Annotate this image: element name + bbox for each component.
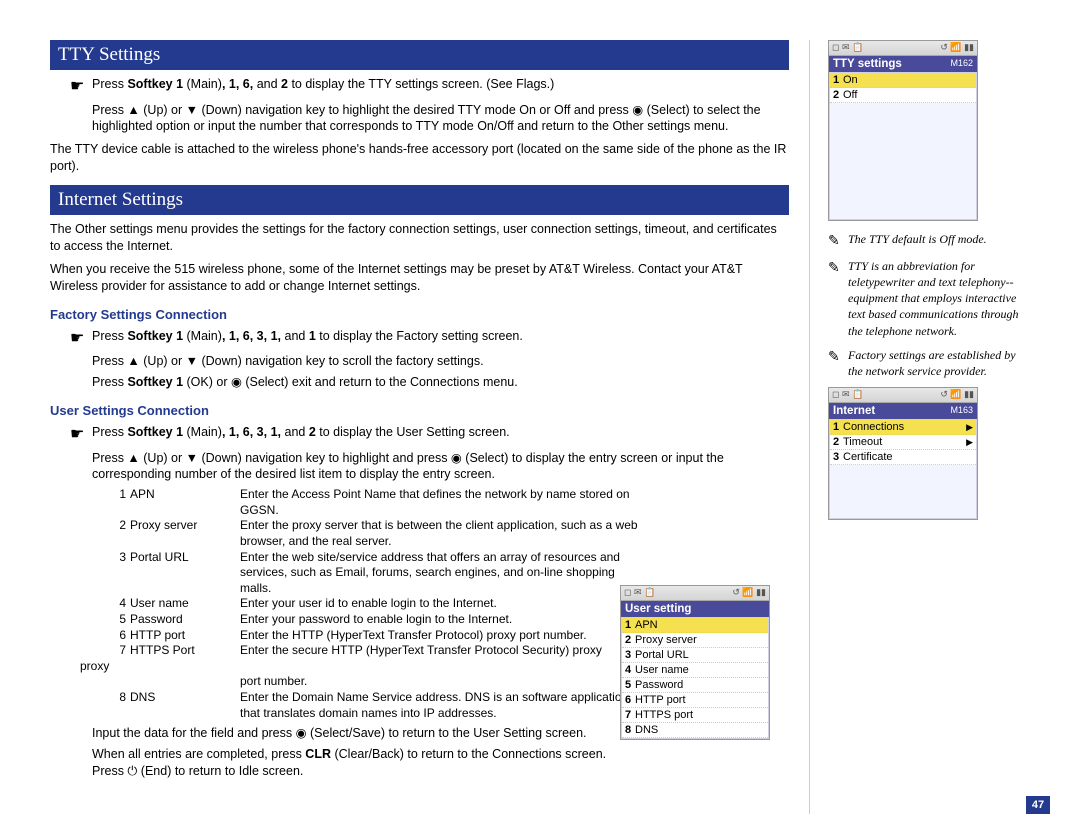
phone-body: 1APN2Proxy server3Portal URL4User name5P… [621, 617, 769, 739]
section-title-internet: Internet Settings [50, 185, 789, 215]
side-note: TTY is an abbreviation for teletypewrite… [828, 258, 1030, 339]
note-text: The TTY default is Off mode. [848, 231, 1030, 250]
step-text: Press Softkey 1 (Main), 1, 6, 3, 1, and … [92, 328, 523, 350]
pointer-icon: ☛ [70, 424, 86, 446]
list-item: 4User nameEnter your user id to enable l… [110, 596, 640, 612]
note-icon [828, 258, 848, 339]
phone-row: 5Password [622, 678, 768, 693]
user-subhead: User Settings Connection [50, 403, 789, 418]
user-step-3: Input the data for the field and press ◉… [92, 725, 612, 742]
phone-row: 4User name [622, 663, 768, 678]
phone-titlebar: InternetM163 [829, 403, 977, 419]
phone-statusbar: ◻ ✉ 📋↺ 📶 ▮▮ [829, 41, 977, 56]
side-note: Factory settings are established by the … [828, 347, 1030, 379]
factory-step-2: Press ▲ (Up) or ▼ (Down) navigation key … [92, 353, 789, 370]
phone-statusbar: ◻ ✉ 📋↺ 📶 ▮▮ [829, 388, 977, 403]
phone-row: 8DNS [622, 723, 768, 738]
note-icon [828, 347, 848, 379]
internet-body-1: The Other settings menu provides the set… [50, 221, 789, 255]
internet-body-2: When you receive the 515 wireless phone,… [50, 261, 789, 295]
section-title-tty: TTY Settings [50, 40, 789, 70]
user-step-1: ☛ Press Softkey 1 (Main), 1, 6, 3, 1, an… [70, 424, 789, 446]
note-text: TTY is an abbreviation for teletypewrite… [848, 258, 1030, 339]
user-settings-list: 1APNEnter the Access Point Name that def… [110, 487, 640, 659]
phone-row: 7HTTPS port [622, 708, 768, 723]
tty-step-1: ☛ Press Softkey 1 (Main), 1, 6, and 2 to… [70, 76, 789, 98]
side-note: The TTY default is Off mode. [828, 231, 1030, 250]
list-item: 7HTTPS PortEnter the secure HTTP (HyperT… [110, 643, 640, 659]
phone-row: 2Timeout▶ [830, 435, 976, 450]
side-column: ◻ ✉ 📋↺ 📶 ▮▮ TTY settingsM162 1On2Off The… [810, 40, 1030, 814]
list-item: 2Proxy serverEnter the proxy server that… [110, 518, 640, 549]
phone-screen-user: ◻ ✉ 📋↺ 📶 ▮▮ User setting 1APN2Proxy serv… [620, 585, 770, 740]
phone-row: 3Portal URL [622, 648, 768, 663]
factory-step-3: Press Softkey 1 (OK) or ◉ (Select) exit … [92, 374, 789, 391]
factory-subhead: Factory Settings Connection [50, 307, 789, 322]
user-settings-list-extra: proxy port number. 8DNSEnter the Domain … [110, 659, 640, 721]
phone-row: 1On [830, 73, 976, 88]
phone-row: 1Connections▶ [830, 420, 976, 435]
list-item: 6HTTP portEnter the HTTP (HyperText Tran… [110, 628, 640, 644]
phone-statusbar: ◻ ✉ 📋↺ 📶 ▮▮ [621, 586, 769, 601]
phone-row: 3Certificate [830, 450, 976, 465]
page-number: 47 [1026, 796, 1050, 814]
user-step-2: Press ▲ (Up) or ▼ (Down) navigation key … [92, 450, 789, 484]
list-item: 3Portal URLEnter the web site/service ad… [110, 550, 640, 597]
note-text: Factory settings are established by the … [848, 347, 1030, 379]
note-icon [828, 231, 848, 250]
phone-row: 6HTTP port [622, 693, 768, 708]
phone-titlebar: TTY settingsM162 [829, 56, 977, 72]
pointer-icon: ☛ [70, 328, 86, 350]
step-text: Press Softkey 1 (Main), 1, 6, 3, 1, and … [92, 424, 510, 446]
phone-screen-tty: ◻ ✉ 📋↺ 📶 ▮▮ TTY settingsM162 1On2Off [828, 40, 978, 221]
list-item: 5PasswordEnter your password to enable l… [110, 612, 640, 628]
phone-screen-internet: ◻ ✉ 📋↺ 📶 ▮▮ InternetM163 1Connections▶2T… [828, 387, 978, 520]
phone-body: 1On2Off [829, 72, 977, 220]
phone-row: 2Off [830, 88, 976, 103]
phone-row: 1APN [622, 618, 768, 633]
phone-body: 1Connections▶2Timeout▶3Certificate [829, 419, 977, 519]
list-item: 1APNEnter the Access Point Name that def… [110, 487, 640, 518]
tty-body: The TTY device cable is attached to the … [50, 141, 789, 175]
pointer-icon: ☛ [70, 76, 86, 98]
user-step-4: When all entries are completed, press CL… [92, 746, 612, 780]
phone-titlebar: User setting [621, 601, 769, 617]
tty-step-2: Press ▲ (Up) or ▼ (Down) navigation key … [92, 102, 789, 136]
step-text: Press Softkey 1 (Main), 1, 6, and 2 to d… [92, 76, 554, 98]
phone-row: 2Proxy server [622, 633, 768, 648]
factory-step-1: ☛ Press Softkey 1 (Main), 1, 6, 3, 1, an… [70, 328, 789, 350]
